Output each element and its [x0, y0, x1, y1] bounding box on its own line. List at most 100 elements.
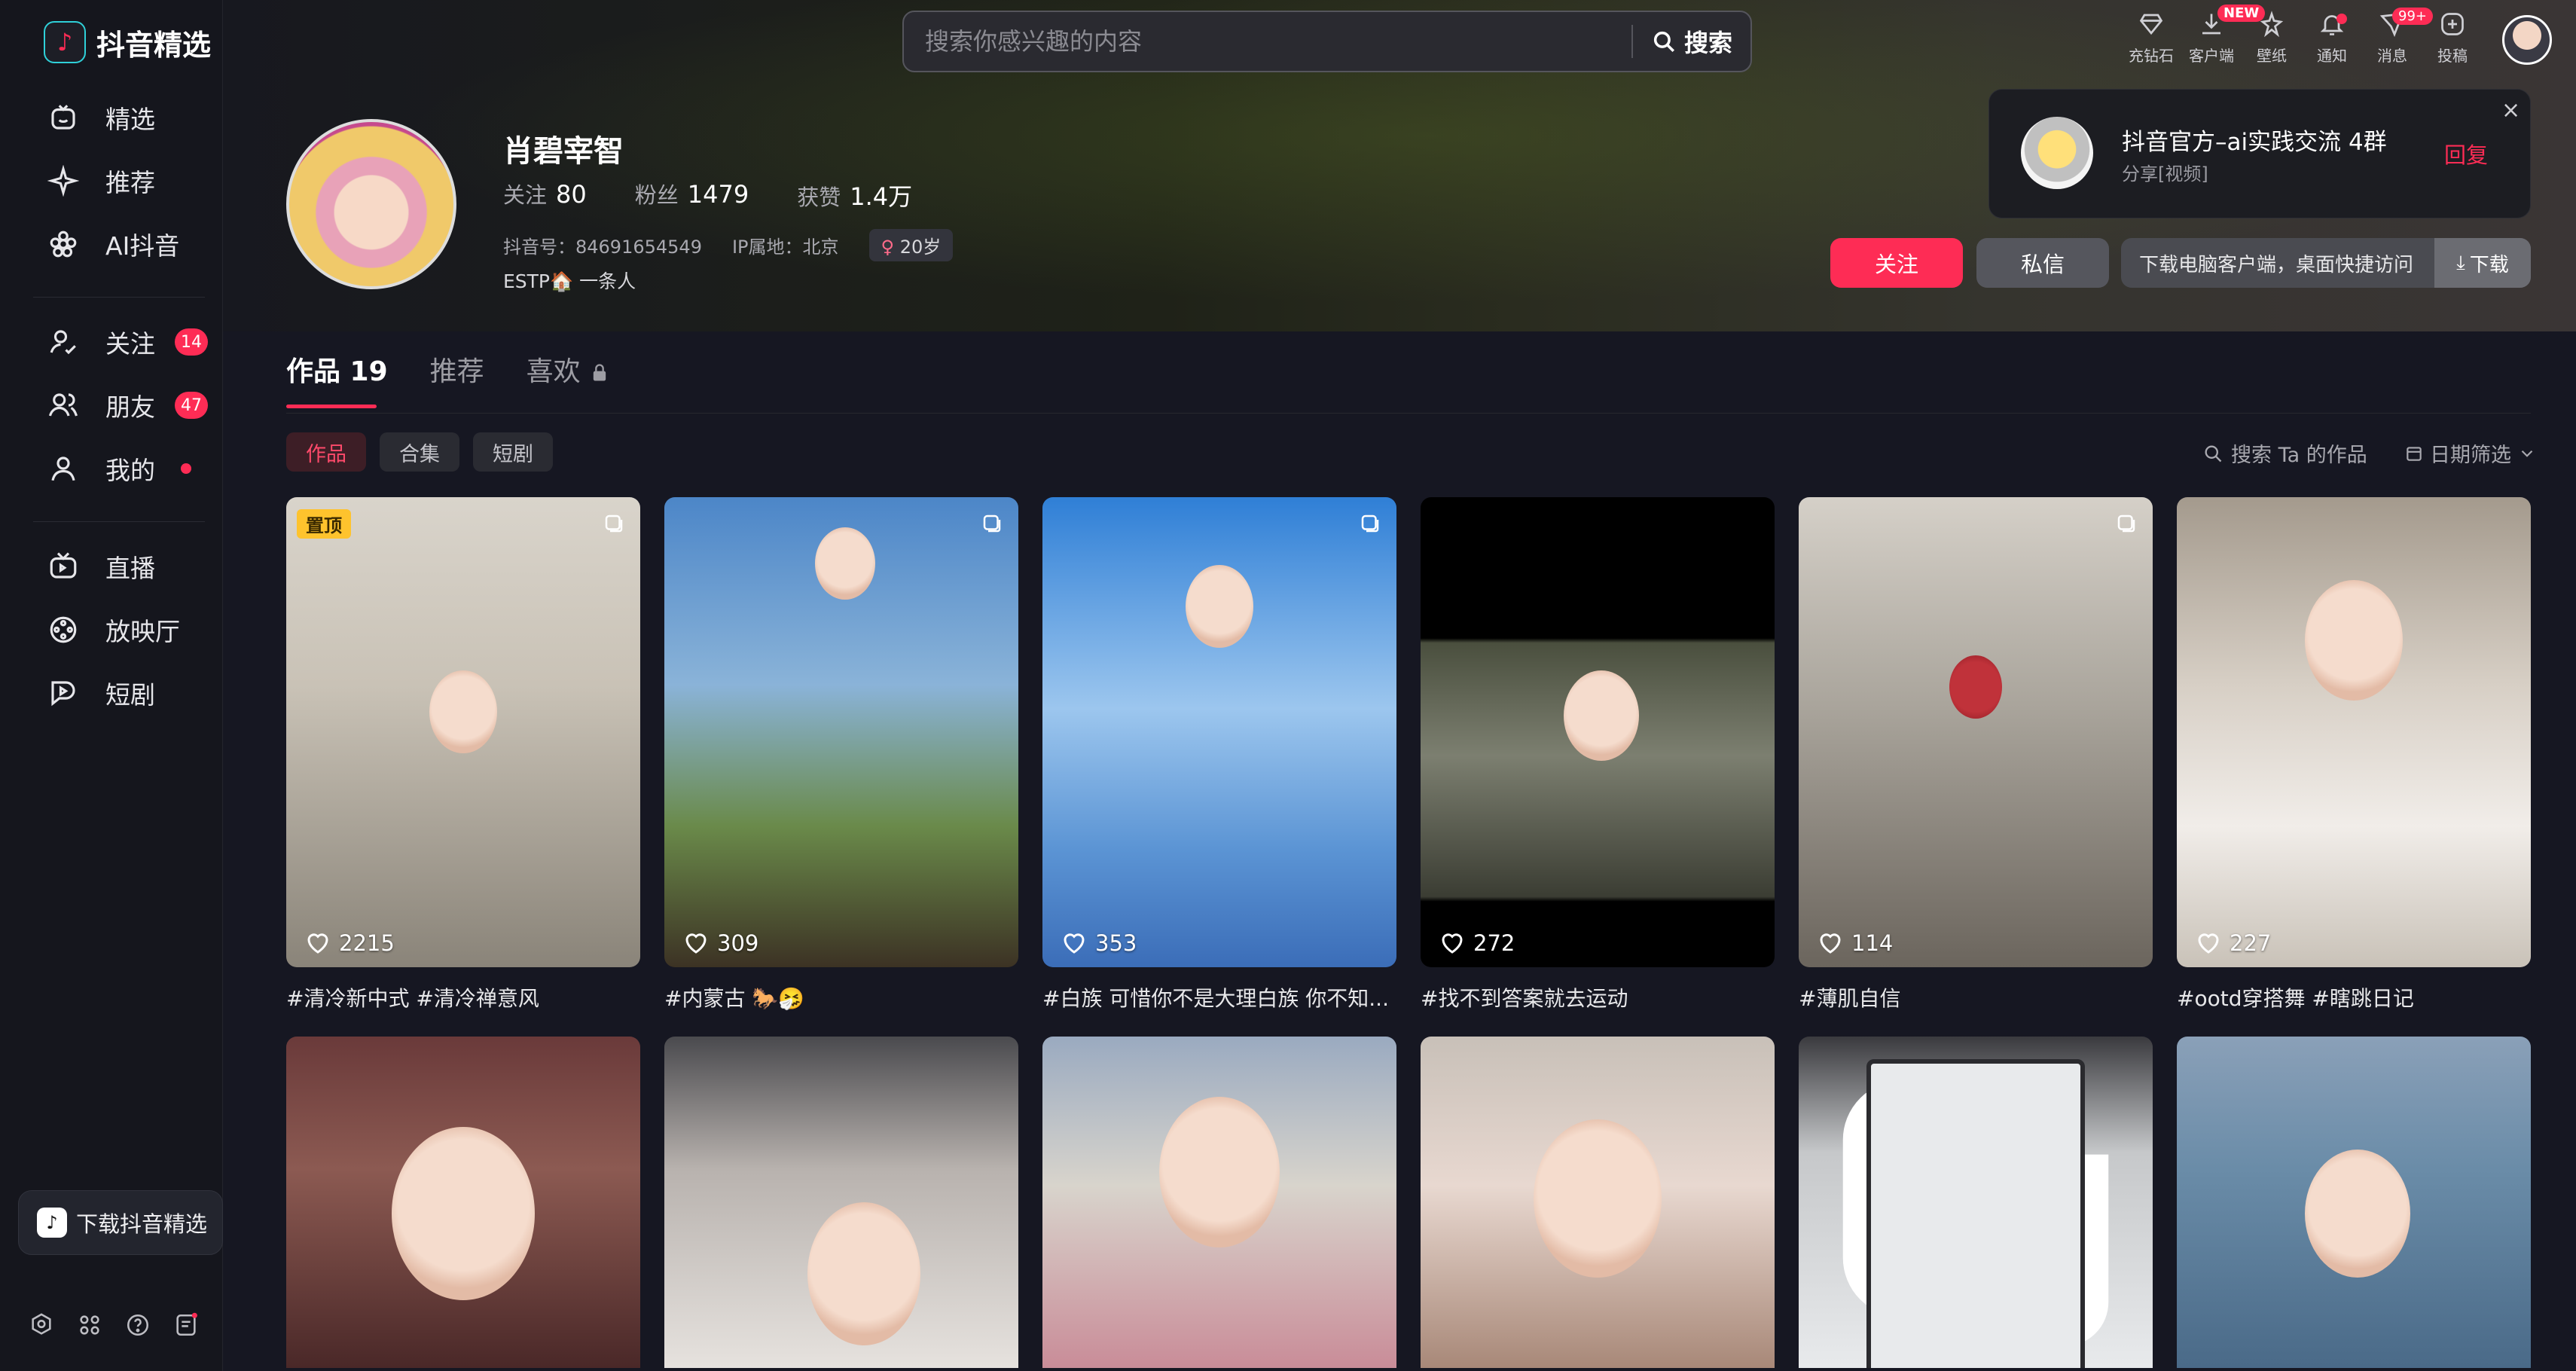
work-caption[interactable]: #找不到答案就去运动	[1421, 982, 1775, 1012]
heart-icon	[1442, 933, 1463, 954]
top-item-label: 客户端	[2189, 47, 2234, 65]
group-avatar	[2021, 117, 2093, 189]
message-button[interactable]: 私信	[1976, 238, 2109, 288]
work-thumbnail[interactable]: 227	[2177, 497, 2531, 967]
date-filter-label: 日期筛选	[2430, 444, 2511, 467]
work-thumbnail[interactable]: 置顶 2215	[286, 497, 640, 967]
followers-stat[interactable]: 粉丝 1479	[635, 178, 749, 212]
work-caption[interactable]: #ootd穿搭舞 #瞎跳日记	[2177, 982, 2531, 1012]
search-input[interactable]	[904, 12, 1631, 71]
film-reel-icon	[47, 613, 80, 646]
following-badge: 14	[175, 328, 208, 356]
follow-button[interactable]: 关注	[1830, 238, 1963, 288]
work-caption[interactable]: #薄肌自信	[1799, 982, 2153, 1012]
top-item-upload[interactable]: 投稿	[2422, 11, 2483, 66]
heart-icon	[685, 933, 707, 954]
profile-avatar[interactable]	[286, 119, 456, 289]
work-card[interactable]	[286, 1037, 640, 1368]
apps-icon[interactable]	[75, 1311, 104, 1339]
me-red-dot	[181, 463, 191, 474]
work-card[interactable]: 272 #找不到答案就去运动	[1421, 497, 1775, 1012]
chip-short-drama[interactable]: 短剧	[473, 432, 553, 472]
works-search[interactable]: 搜索 Ta 的作品	[2202, 438, 2367, 468]
work-card[interactable]	[1042, 1037, 1396, 1368]
chip-works[interactable]: 作品	[286, 432, 366, 472]
download-app-button[interactable]: ♪ 下载抖音精选	[18, 1190, 223, 1255]
help-icon[interactable]	[124, 1311, 152, 1339]
close-icon[interactable]: ×	[2501, 97, 2520, 124]
work-thumbnail[interactable]: 114	[1799, 497, 2153, 967]
top-item-label: 通知	[2317, 47, 2347, 65]
top-item-notifications[interactable]: 通知	[2302, 11, 2362, 66]
profile-stats: 关注 80 粉丝 1479 获赞 1.4万	[503, 178, 912, 212]
work-image-subject	[1949, 655, 2002, 719]
work-image-subject	[1564, 670, 1639, 761]
flower-icon	[47, 227, 80, 261]
tab-works[interactable]: 作品 19	[286, 350, 388, 408]
like-number: 114	[1851, 930, 1894, 956]
like-number: 272	[1473, 930, 1515, 956]
tab-recommend[interactable]: 推荐	[430, 350, 484, 408]
top-item-messages[interactable]: 99+ 消息	[2362, 8, 2433, 66]
top-item-wallpaper[interactable]: 壁纸	[2242, 11, 2302, 66]
heart-icon	[1820, 933, 1841, 954]
sidebar-item-short-drama[interactable]: 短剧	[47, 670, 155, 716]
work-card[interactable]	[664, 1037, 1018, 1368]
reply-button[interactable]: 回复	[2444, 138, 2488, 169]
work-thumbnail[interactable]	[664, 1037, 1018, 1368]
wallpaper-icon	[2260, 11, 2284, 38]
work-thumbnail[interactable]: 353	[1042, 497, 1396, 967]
top-item-recharge[interactable]: 充钻石	[2121, 11, 2181, 66]
works-search-label: 搜索 Ta 的作品	[2231, 444, 2367, 467]
sidebar-item-ai-douyin[interactable]: AI抖音	[47, 221, 179, 267]
chip-collections[interactable]: 合集	[380, 432, 459, 472]
work-thumbnail[interactable]	[286, 1037, 640, 1368]
work-image-subject	[1186, 565, 1253, 648]
work-image-subject	[1159, 1097, 1280, 1247]
search-icon	[1653, 31, 1674, 53]
following-stat[interactable]: 关注 80	[503, 178, 587, 212]
tab-likes[interactable]: 喜欢	[526, 350, 610, 408]
sidebar-item-recommend[interactable]: 推荐	[47, 158, 155, 203]
sidebar-item-cinema[interactable]: 放映厅	[47, 607, 180, 652]
work-card[interactable]: 353 #白族 可惜你不是大理白族 你不知...	[1042, 497, 1396, 1012]
work-image-subject	[807, 1202, 920, 1345]
sidebar-item-label: 精选	[105, 105, 155, 134]
work-thumbnail[interactable]: 309	[664, 497, 1018, 967]
date-filter[interactable]: 日期筛选	[2404, 438, 2537, 468]
sidebar-item-following[interactable]: 关注 14	[47, 319, 208, 365]
search-button[interactable]: 搜索	[1633, 12, 1750, 71]
app-logo[interactable]: ♪ 抖音精选	[44, 21, 211, 63]
work-image-subject	[815, 527, 875, 600]
work-caption[interactable]: #白族 可惜你不是大理白族 你不知...	[1042, 982, 1396, 1012]
work-thumbnail[interactable]: 272	[1421, 497, 1775, 967]
search-icon	[2205, 445, 2222, 462]
work-card[interactable]: 114 #薄肌自信	[1799, 497, 2153, 1012]
work-card[interactable]: 309 #内蒙古 🐎🤧	[664, 497, 1018, 1012]
sidebar-item-live[interactable]: 直播	[47, 544, 155, 589]
chevron-down-icon	[2521, 450, 2533, 457]
likes-count: 1.4万	[850, 182, 913, 211]
work-thumbnail[interactable]	[1421, 1037, 1775, 1368]
work-card[interactable]	[2177, 1037, 2531, 1368]
work-caption[interactable]: #内蒙古 🐎🤧	[664, 982, 1018, 1012]
top-item-client[interactable]: NEW 客户端	[2181, 5, 2266, 66]
notification-popup[interactable]: 抖音官方–ai实践交流 4群 分享[视频] 回复 ×	[1988, 89, 2531, 218]
work-card[interactable]	[1799, 1037, 2153, 1368]
sidebar-item-me[interactable]: 我的	[47, 446, 191, 491]
work-card[interactable]: 227 #ootd穿搭舞 #瞎跳日记	[2177, 497, 2531, 1012]
work-thumbnail[interactable]	[2177, 1037, 2531, 1368]
like-count: 114	[1817, 930, 1893, 957]
drama-icon	[47, 676, 80, 710]
user-avatar[interactable]	[2502, 15, 2552, 65]
download-client-button[interactable]: ⤓ 下载	[2434, 238, 2531, 288]
settings-icon[interactable]	[27, 1311, 56, 1339]
work-thumbnail[interactable]	[1799, 1037, 2153, 1368]
feedback-icon[interactable]	[172, 1311, 200, 1339]
work-card[interactable]	[1421, 1037, 1775, 1368]
sidebar-item-friends[interactable]: 朋友 47	[47, 383, 208, 428]
sidebar-item-featured[interactable]: 精选	[47, 95, 155, 140]
work-card[interactable]: 置顶 2215 #清冷新中式 #清冷禅意风	[286, 497, 640, 1012]
work-thumbnail[interactable]	[1042, 1037, 1396, 1368]
work-caption[interactable]: #清冷新中式 #清冷禅意风	[286, 982, 640, 1012]
